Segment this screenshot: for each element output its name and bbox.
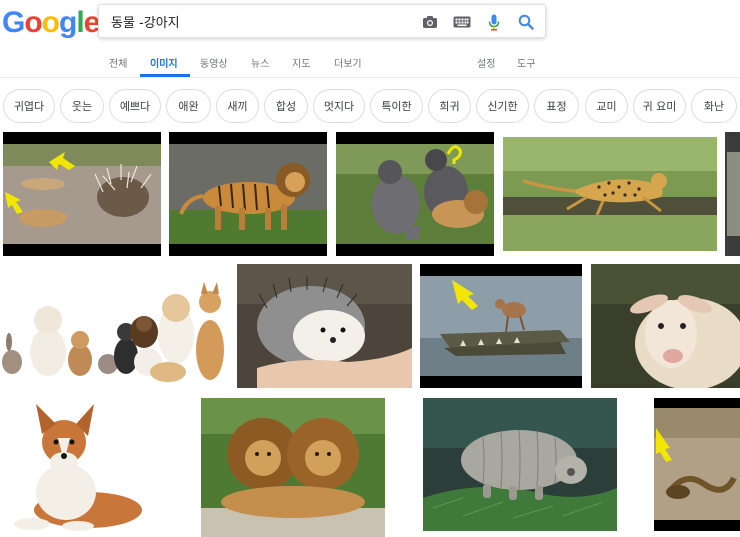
logo-letter: l [76, 6, 84, 39]
tab-images[interactable]: 이미지 [150, 55, 178, 70]
image-result-partial-1[interactable] [725, 132, 740, 256]
logo-letter: G [2, 6, 25, 39]
active-tab-indicator [140, 74, 190, 77]
microphone-icon[interactable] [485, 13, 503, 31]
keyboard-icon[interactable] [453, 13, 471, 31]
tab-all[interactable]: 전체 [109, 55, 127, 70]
image-result-tardigrade[interactable] [423, 398, 617, 531]
tab-more[interactable]: 더보기 [334, 55, 362, 70]
image-result-lions[interactable] [201, 398, 385, 537]
chip-smiling[interactable]: 웃는 [60, 89, 104, 123]
chip-composite[interactable]: 합성 [264, 89, 308, 123]
chip-pet[interactable]: 애완 [166, 89, 211, 123]
chip-unusual[interactable]: 특이한 [370, 89, 423, 123]
logo-letter: o [24, 6, 42, 39]
chip-rare[interactable]: 희귀 [428, 89, 471, 123]
search-tabs: 전체 이미지 동영상 뉴스 지도 더보기 설정 도구 [0, 46, 740, 78]
search-box[interactable] [98, 4, 546, 38]
image-result-crocodile[interactable] [420, 264, 582, 388]
image-results-grid [0, 130, 740, 537]
image-result-corgi[interactable] [0, 398, 162, 537]
tab-maps[interactable]: 지도 [292, 55, 310, 70]
chip-amazing[interactable]: 신기한 [476, 89, 529, 123]
image-result-sheep[interactable] [591, 264, 740, 388]
search-input[interactable] [99, 5, 419, 37]
chip-angry[interactable]: 화난 [691, 89, 737, 123]
logo-letter: g [59, 6, 77, 39]
tab-tools[interactable]: 도구 [517, 55, 535, 70]
image-result-snake[interactable] [654, 398, 740, 531]
tab-settings[interactable]: 설정 [477, 55, 495, 70]
image-result-porcupine[interactable] [3, 132, 161, 256]
camera-icon[interactable] [421, 13, 439, 31]
related-search-chips: 귀엽다 웃는 예쁘다 애완 새끼 합성 멋지다 특이한 희귀 신기한 표정 교미… [0, 89, 740, 125]
chip-cute[interactable]: 귀엽다 [3, 89, 55, 123]
chip-mating[interactable]: 교미 [585, 89, 628, 123]
image-result-hedgehog[interactable] [237, 264, 412, 388]
logo-letter: e [83, 6, 101, 39]
tab-videos[interactable]: 동영상 [200, 55, 228, 70]
image-result-liger[interactable] [169, 132, 327, 256]
image-result-gorilla-lion[interactable] [336, 132, 494, 256]
image-result-cheetah[interactable] [503, 137, 717, 251]
chip-adorable[interactable]: 귀 요미 [633, 89, 686, 123]
tab-news[interactable]: 뉴스 [251, 55, 269, 70]
search-icon[interactable] [517, 13, 535, 31]
chip-expression[interactable]: 표정 [534, 89, 579, 123]
logo-letter: o [41, 6, 60, 39]
search-icons [421, 12, 535, 32]
image-result-pets-group[interactable] [0, 264, 229, 388]
chip-cool[interactable]: 멋지다 [313, 89, 365, 123]
google-logo[interactable]: Google [2, 6, 101, 39]
chip-baby[interactable]: 새끼 [216, 89, 259, 123]
chip-pretty[interactable]: 예쁘다 [109, 89, 161, 123]
